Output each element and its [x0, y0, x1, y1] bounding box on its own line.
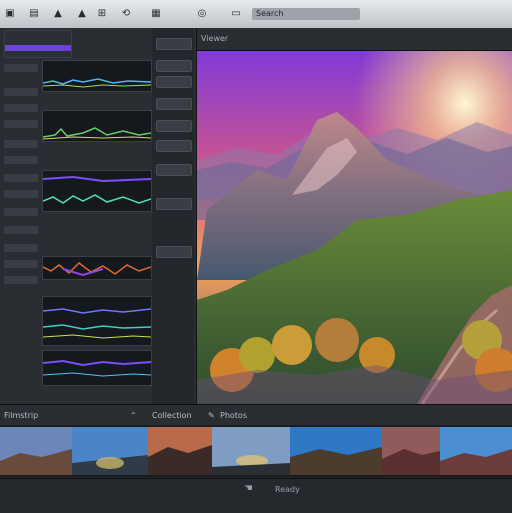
image-icon[interactable]: ▤ [28, 8, 40, 20]
triangle-up-icon[interactable]: ▲ [52, 8, 64, 20]
label-row[interactable] [4, 208, 38, 216]
thumbnail[interactable] [0, 427, 73, 475]
window-icon[interactable]: ▦ [150, 8, 162, 20]
adjustments-panel [0, 28, 197, 404]
triangle-up-icon-2[interactable]: ▲ [76, 8, 88, 20]
waveform-3 [43, 175, 151, 204]
viewer-label: Viewer [201, 34, 229, 43]
filmstrip [0, 425, 512, 477]
title-toolbar: ▣ ▤ ▲ ▲ ⊞ ⟲ ▦ ◎ ▭ Search [0, 0, 512, 29]
waveform-2 [43, 127, 151, 140]
waveform-graph-5 [42, 296, 152, 346]
label-row[interactable] [4, 104, 38, 112]
control-slider[interactable] [156, 98, 192, 110]
control-slider[interactable] [156, 164, 192, 176]
link-icon[interactable]: ⟲ [120, 8, 132, 20]
thumbnail[interactable] [440, 427, 512, 475]
label-row[interactable] [4, 156, 38, 164]
controls-column [152, 28, 194, 404]
thumbnail[interactable] [212, 427, 291, 475]
waveform-graph-4 [42, 256, 152, 280]
waveform-1 [43, 78, 151, 88]
control-slider[interactable] [156, 120, 192, 132]
thumbnail[interactable] [148, 427, 213, 475]
app-window: ▣ ▤ ▲ ▲ ⊞ ⟲ ▦ ◎ ▭ Search Viewer Filmstri… [0, 0, 512, 513]
label-row[interactable] [4, 120, 38, 128]
camera-icon[interactable]: ◎ [196, 8, 208, 20]
label-row[interactable] [4, 260, 38, 268]
label-row[interactable] [4, 276, 38, 284]
control-slider[interactable] [156, 76, 192, 88]
label-row[interactable] [4, 140, 38, 148]
pointer-icon[interactable]: ☚ [244, 483, 253, 494]
label-row[interactable] [4, 226, 38, 234]
viewer-toolbar-overlay: Viewer [197, 28, 512, 51]
grid-icon[interactable]: ⊞ [96, 8, 108, 20]
label-row[interactable] [4, 88, 38, 96]
label-row[interactable] [4, 190, 38, 198]
purple-bar [5, 45, 71, 51]
status-text: Ready [275, 485, 300, 494]
thumbnail[interactable] [382, 427, 441, 475]
chevron-up-icon[interactable]: ⌃ [130, 411, 137, 420]
folder-icon[interactable]: ▭ [230, 8, 242, 20]
adjustment-labels [2, 28, 40, 404]
filmstrip-header: Filmstrip ⌃ Collection ✎ Photos [0, 404, 512, 426]
edit-icon[interactable]: ✎ [208, 411, 215, 420]
collection-label: Collection [152, 411, 192, 420]
waveform-6 [43, 359, 151, 377]
status-bar: ☚ Ready [0, 478, 512, 513]
app-logo-icon: ▣ [5, 8, 15, 19]
waveform-graph-1 [42, 60, 152, 92]
control-slider[interactable] [156, 246, 192, 258]
label-row[interactable] [4, 64, 38, 72]
waveform-graph-2 [42, 110, 152, 142]
thumbnail[interactable] [72, 427, 149, 475]
control-slider[interactable] [156, 140, 192, 152]
waveform-graph-6 [42, 350, 152, 386]
search-box[interactable]: Search [252, 8, 360, 20]
landscape-photo[interactable] [197, 50, 512, 404]
control-toggle[interactable] [156, 38, 192, 50]
filmstrip-label: Filmstrip [4, 411, 39, 420]
graph-header [4, 30, 72, 58]
label-row[interactable] [4, 174, 38, 182]
thumbnail[interactable] [290, 427, 383, 475]
photos-label: Photos [220, 411, 247, 420]
waveform-4 [43, 262, 151, 277]
control-slider[interactable] [156, 60, 192, 72]
label-row[interactable] [4, 244, 38, 252]
waveform-5 [43, 308, 151, 339]
control-slider[interactable] [156, 198, 192, 210]
waveform-graph-3 [42, 170, 152, 212]
image-viewer: Viewer [197, 28, 512, 404]
